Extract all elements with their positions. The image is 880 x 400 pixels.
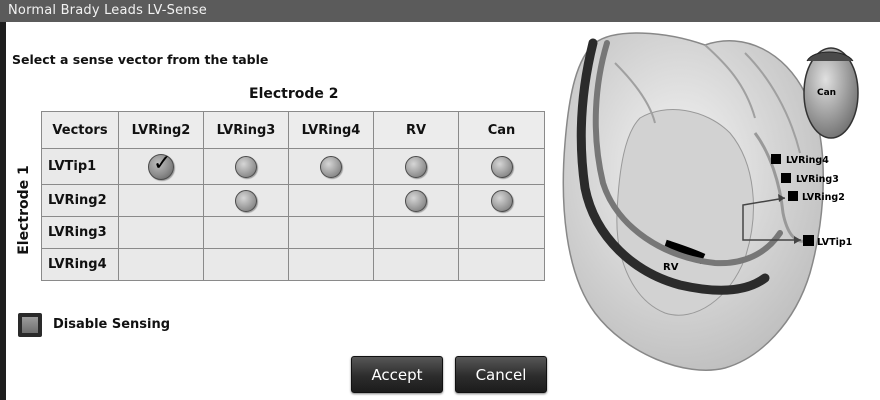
column-header: LVRing4 [288, 111, 374, 149]
vector-cell [118, 184, 204, 217]
rv-label: RV [663, 262, 679, 273]
row-label: LVRing3 [41, 216, 119, 249]
vector-cell [203, 248, 289, 281]
row-label: LVRing2 [41, 184, 119, 217]
vector-cell [288, 184, 374, 217]
vector-cell [373, 148, 459, 185]
column-header: Can [458, 111, 545, 149]
lvring3-label: LVRing3 [796, 174, 839, 185]
vector-cell [203, 148, 289, 185]
vector-cell [373, 248, 459, 281]
electrode1-heading: Electrode 1 [16, 165, 32, 255]
lvring2-marker [788, 191, 798, 201]
vector-cell [203, 216, 289, 249]
vector-cell [458, 184, 545, 217]
disable-sensing-checkbox[interactable] [18, 313, 42, 337]
row-label: LVTip1 [41, 148, 119, 185]
vector-cell [288, 216, 374, 249]
lvtip1-marker [803, 235, 814, 246]
table-row: LVRing2 [41, 184, 545, 217]
vector-cell [458, 216, 545, 249]
window-title-bar: Normal Brady Leads LV-Sense [0, 0, 880, 22]
vector-cell [288, 248, 374, 281]
vector-cell [373, 216, 459, 249]
cancel-button[interactable]: Cancel [455, 356, 547, 393]
lvring3-marker [781, 173, 791, 183]
vector-cell [118, 216, 204, 249]
table-row: LVTip1 [41, 148, 545, 185]
sense-vector-table: Vectors LVRing2 LVRing3 LVRing4 RV Can L… [41, 111, 545, 281]
vector-radio[interactable] [490, 189, 513, 212]
accept-button[interactable]: Accept [351, 356, 443, 393]
lvring4-marker [771, 154, 781, 164]
column-header: Vectors [41, 111, 119, 149]
vector-cell [458, 148, 545, 185]
electrode2-heading: Electrode 2 [249, 86, 339, 102]
instruction-text: Select a sense vector from the table [12, 52, 269, 67]
vector-cell [458, 248, 545, 281]
lvring4-label: LVRing4 [786, 155, 829, 166]
vector-radio[interactable] [235, 189, 257, 212]
table-row: LVRing4 [41, 248, 545, 281]
column-header: LVRing2 [118, 111, 204, 149]
heart-lead-diagram: Can RV LVRing4 LVRing3 LVRing2 LVTip1 [562, 32, 859, 371]
vector-cell [118, 248, 204, 281]
row-label: LVRing4 [41, 248, 119, 281]
vector-cell [373, 184, 459, 217]
column-header: RV [373, 111, 459, 149]
vector-cell [288, 148, 374, 185]
vector-radio[interactable] [405, 189, 427, 212]
disable-sensing-label: Disable Sensing [53, 317, 171, 332]
can-tab [806, 51, 854, 62]
electrode1-heading-wrap: Electrode 1 [10, 155, 38, 265]
table-row: LVRing3 [41, 216, 545, 249]
lvtip1-label: LVTip1 [817, 237, 852, 248]
vector-radio[interactable] [235, 155, 257, 178]
lvring2-label: LVRing2 [802, 192, 845, 203]
vector-radio[interactable] [490, 155, 513, 178]
vector-radio[interactable] [320, 155, 342, 178]
vector-radio[interactable] [405, 155, 427, 178]
can-label: Can [817, 88, 836, 98]
vector-cell [118, 148, 204, 185]
table-header-row: Vectors LVRing2 LVRing3 LVRing4 RV Can [41, 111, 545, 149]
vector-cell [203, 184, 289, 217]
vector-radio-selected[interactable] [148, 151, 174, 180]
column-header: LVRing3 [203, 111, 289, 149]
window-title: Normal Brady Leads LV-Sense [8, 3, 207, 18]
